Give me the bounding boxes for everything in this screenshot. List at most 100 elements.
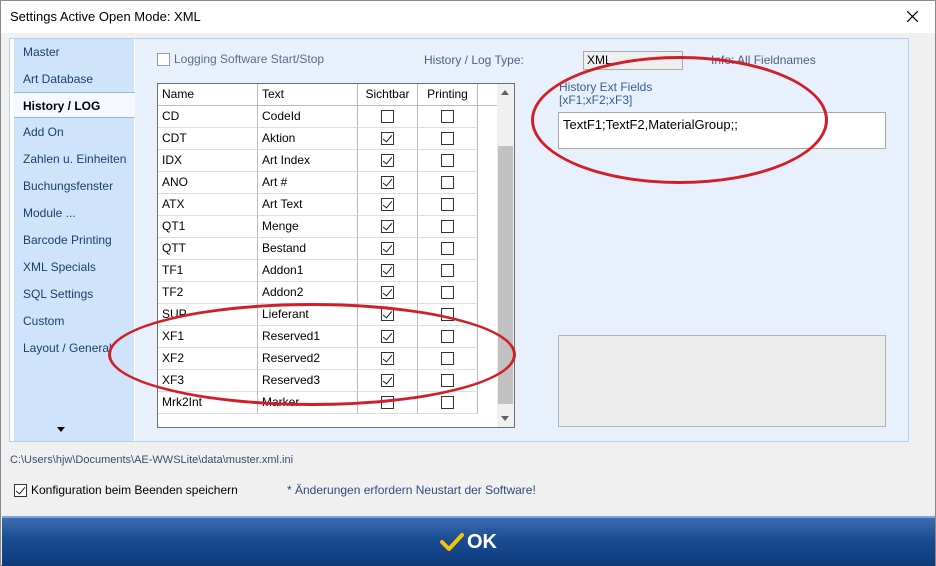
table-row[interactable]: QT1 Menge	[158, 216, 498, 238]
table-row[interactable]: XF2 Reserved2	[158, 348, 498, 370]
printing-checkbox[interactable]	[441, 220, 454, 234]
cell-printing[interactable]	[418, 106, 478, 128]
sidebar-item-master[interactable]: Master	[14, 39, 134, 65]
cell-sichtbar[interactable]	[358, 282, 418, 304]
logging-option[interactable]: Logging Software Start/Stop	[157, 52, 324, 66]
cell-text[interactable]: Reserved2	[258, 348, 358, 370]
cell-name[interactable]: QTT	[158, 238, 258, 260]
table-row[interactable]: ATX Art Text	[158, 194, 498, 216]
ext-fields-input[interactable]: TextF1;TextF2,MaterialGroup;;	[558, 112, 886, 149]
close-button[interactable]	[889, 1, 935, 32]
table-row[interactable]: XF3 Reserved3	[158, 370, 498, 392]
cell-printing[interactable]	[418, 392, 478, 414]
cell-name[interactable]: IDX	[158, 150, 258, 172]
cell-name[interactable]: ATX	[158, 194, 258, 216]
header-name[interactable]: Name	[158, 84, 258, 106]
cell-printing[interactable]	[418, 172, 478, 194]
info-fieldnames-label[interactable]: Info: All Fieldnames	[711, 53, 816, 67]
save-on-exit-option[interactable]: Konfiguration beim Beenden speichern	[14, 483, 238, 497]
sichtbar-checkbox[interactable]	[381, 110, 394, 124]
cell-text[interactable]: Reserved1	[258, 326, 358, 348]
printing-checkbox[interactable]	[441, 286, 454, 300]
cell-text[interactable]: Bestand	[258, 238, 358, 260]
cell-name[interactable]: QT1	[158, 216, 258, 238]
printing-checkbox[interactable]	[441, 242, 454, 256]
printing-checkbox[interactable]	[441, 110, 454, 124]
cell-sichtbar[interactable]	[358, 370, 418, 392]
sichtbar-checkbox[interactable]	[381, 330, 394, 344]
cell-text[interactable]: Lieferant	[258, 304, 358, 326]
printing-checkbox[interactable]	[441, 330, 454, 344]
sichtbar-checkbox[interactable]	[381, 308, 394, 322]
printing-checkbox[interactable]	[441, 374, 454, 388]
cell-sichtbar[interactable]	[358, 260, 418, 282]
printing-checkbox[interactable]	[441, 264, 454, 278]
header-printing[interactable]: Printing	[418, 84, 478, 106]
cell-sichtbar[interactable]	[358, 326, 418, 348]
cell-sichtbar[interactable]	[358, 194, 418, 216]
sichtbar-checkbox[interactable]	[381, 396, 394, 410]
cell-name[interactable]: ANO	[158, 172, 258, 194]
table-row[interactable]: ANO Art #	[158, 172, 498, 194]
scroll-down-icon[interactable]	[501, 416, 509, 421]
header-text[interactable]: Text	[258, 84, 358, 106]
cell-sichtbar[interactable]	[358, 392, 418, 414]
sidebar-item-module[interactable]: Module ...	[14, 200, 134, 226]
cell-name[interactable]: TF1	[158, 260, 258, 282]
sidebar-item-barcode-printing[interactable]: Barcode Printing	[14, 227, 134, 253]
cell-name[interactable]: CD	[158, 106, 258, 128]
sidebar-item-layout-general[interactable]: Layout / General	[14, 335, 134, 361]
sidebar-item-art-database[interactable]: Art Database	[14, 66, 134, 92]
cell-printing[interactable]	[418, 326, 478, 348]
cell-name[interactable]: XF1	[158, 326, 258, 348]
cell-sichtbar[interactable]	[358, 150, 418, 172]
cell-text[interactable]: Addon2	[258, 282, 358, 304]
cell-text[interactable]: Aktion	[258, 128, 358, 150]
cell-printing[interactable]	[418, 348, 478, 370]
sichtbar-checkbox[interactable]	[381, 242, 394, 256]
table-row[interactable]: QTT Bestand	[158, 238, 498, 260]
sidebar-scroll-down-icon[interactable]	[57, 427, 65, 432]
cell-text[interactable]: Art #	[258, 172, 358, 194]
cell-name[interactable]: SUP	[158, 304, 258, 326]
table-row[interactable]: Mrk2Int Marker	[158, 392, 498, 414]
cell-name[interactable]: TF2	[158, 282, 258, 304]
cell-sichtbar[interactable]	[358, 128, 418, 150]
table-row[interactable]: CDT Aktion	[158, 128, 498, 150]
sichtbar-checkbox[interactable]	[381, 286, 394, 300]
cell-sichtbar[interactable]	[358, 106, 418, 128]
cell-sichtbar[interactable]	[358, 304, 418, 326]
printing-checkbox[interactable]	[441, 396, 454, 410]
printing-checkbox[interactable]	[441, 198, 454, 212]
sidebar-item-buchungsfenster[interactable]: Buchungsfenster	[14, 173, 134, 199]
sichtbar-checkbox[interactable]	[381, 154, 394, 168]
table-row[interactable]: XF1 Reserved1	[158, 326, 498, 348]
sidebar-item-add-on[interactable]: Add On	[14, 119, 134, 145]
log-type-field[interactable]: XML	[583, 51, 683, 70]
printing-checkbox[interactable]	[441, 154, 454, 168]
table-row[interactable]: CD CodeId	[158, 106, 498, 128]
cell-sichtbar[interactable]	[358, 216, 418, 238]
sidebar-item-zahlen-einheiten[interactable]: Zahlen u. Einheiten	[14, 146, 134, 172]
cell-printing[interactable]	[418, 238, 478, 260]
cell-printing[interactable]	[418, 194, 478, 216]
scroll-up-icon[interactable]	[501, 90, 509, 95]
sichtbar-checkbox[interactable]	[381, 352, 394, 366]
cell-sichtbar[interactable]	[358, 238, 418, 260]
cell-printing[interactable]	[418, 128, 478, 150]
table-row[interactable]: TF2 Addon2	[158, 282, 498, 304]
cell-name[interactable]: Mrk2Int	[158, 392, 258, 414]
sidebar-item-history-log[interactable]: History / LOG	[14, 92, 135, 118]
header-sichtbar[interactable]: Sichtbar	[358, 84, 418, 106]
sidebar-item-xml-specials[interactable]: XML Specials	[14, 254, 134, 280]
cell-printing[interactable]	[418, 216, 478, 238]
cell-text[interactable]: Reserved3	[258, 370, 358, 392]
table-row[interactable]: TF1 Addon1	[158, 260, 498, 282]
logging-checkbox[interactable]	[157, 52, 170, 66]
cell-text[interactable]: Art Text	[258, 194, 358, 216]
ok-button[interactable]: OK	[2, 516, 935, 566]
printing-checkbox[interactable]	[441, 308, 454, 322]
save-on-exit-checkbox[interactable]	[14, 483, 27, 497]
table-row[interactable]: IDX Art Index	[158, 150, 498, 172]
cell-text[interactable]: Art Index	[258, 150, 358, 172]
